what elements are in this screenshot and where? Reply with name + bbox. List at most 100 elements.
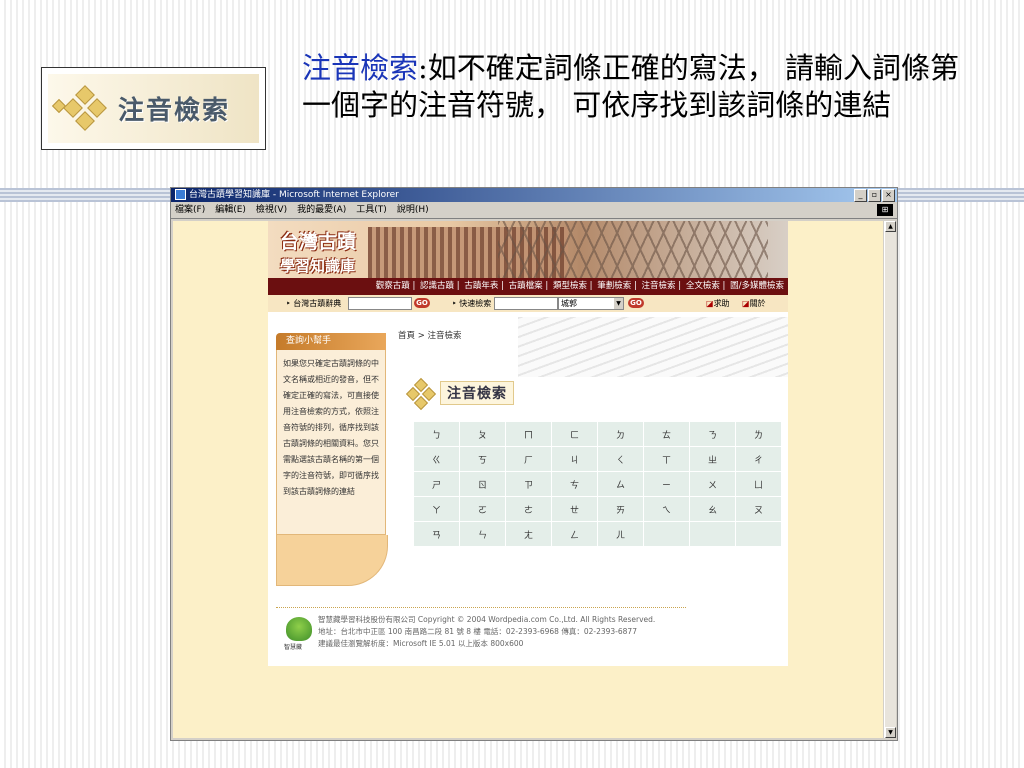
- zhuyin-cell[interactable]: ㄇ: [506, 422, 551, 446]
- zhuyin-cell[interactable]: ㄩ: [736, 472, 781, 496]
- city-sketch-illustration: [518, 317, 788, 377]
- nav-stroke-search[interactable]: 筆劃檢索: [597, 281, 631, 291]
- footer-address: 地址：台北市中正區 100 南昌路二段 81 號 8 樓 電話：02-2393-…: [318, 627, 637, 636]
- window-titlebar[interactable]: 台灣古蹟學習知識庫 - Microsoft Internet Explorer …: [171, 188, 897, 202]
- category-select[interactable]: 城郭 ▼: [558, 297, 624, 310]
- zhuyin-cell[interactable]: ㄘ: [552, 472, 597, 496]
- sidebar-decoration: [276, 535, 388, 586]
- ie-page-icon: [175, 189, 186, 200]
- menu-favorites[interactable]: 我的最愛(A): [297, 202, 346, 218]
- company-logo-label: 智慧藏: [284, 644, 303, 651]
- dictionary-go-button[interactable]: GO: [414, 298, 430, 308]
- helper-sidebar: 查詢小幫手 如果您只確定古蹟詞條的中文名稱或相近的發音，但不確定正確的寫法，可直…: [276, 333, 388, 586]
- zhuyin-cell[interactable]: ㄚ: [414, 497, 459, 521]
- zhuyin-cell-empty: [644, 522, 689, 546]
- roof-illustration: [498, 221, 768, 278]
- close-button[interactable]: ×: [882, 189, 895, 202]
- maximize-button[interactable]: ▫: [868, 189, 881, 202]
- zhuyin-cell[interactable]: ㄡ: [736, 497, 781, 521]
- quick-search-go-button[interactable]: GO: [628, 298, 644, 308]
- zhuyin-cell[interactable]: ㄆ: [460, 422, 505, 446]
- zhuyin-cell[interactable]: ㄤ: [506, 522, 551, 546]
- nav-multimedia-search[interactable]: 圖/多媒體檢索: [730, 281, 784, 291]
- zhuyin-cell[interactable]: ㄗ: [506, 472, 551, 496]
- zhuyin-cell[interactable]: ㄒ: [644, 447, 689, 471]
- window-title: 台灣古蹟學習知識庫 - Microsoft Internet Explorer: [189, 190, 399, 200]
- menu-edit[interactable]: 編輯(E): [215, 202, 246, 218]
- nav-type-search[interactable]: 類型檢索: [553, 281, 587, 291]
- zhuyin-cell[interactable]: ㄌ: [736, 422, 781, 446]
- zhuyin-cell[interactable]: ㄏ: [506, 447, 551, 471]
- menu-tools[interactable]: 工具(T): [356, 202, 387, 218]
- nav-fulltext-search[interactable]: 全文檢索: [686, 281, 720, 291]
- sidebar-title: 查詢小幫手: [276, 333, 386, 350]
- zhuyin-cell[interactable]: ㄥ: [552, 522, 597, 546]
- slide-heading: 注音檢索:如不確定詞條正確的寫法， 請輸入詞條第一個字的注音符號， 可依序找到該…: [302, 50, 962, 124]
- zhuyin-cell[interactable]: ㄧ: [644, 472, 689, 496]
- zhuyin-cell[interactable]: ㄖ: [460, 472, 505, 496]
- heading-highlight: 注音檢索: [302, 51, 419, 85]
- nav-zhuyin-search[interactable]: 注音檢索: [642, 281, 676, 291]
- zhuyin-cell[interactable]: ㄋ: [690, 422, 735, 446]
- zhuyin-cell[interactable]: ㄔ: [736, 447, 781, 471]
- zhuyin-cell[interactable]: ㄢ: [414, 522, 459, 546]
- menu-view[interactable]: 檢視(V): [256, 202, 287, 218]
- quick-search-label: ‣ 快速檢索: [452, 299, 492, 308]
- zhuyin-cell[interactable]: ㄦ: [598, 522, 643, 546]
- menu-help[interactable]: 說明(H): [397, 202, 429, 218]
- nav-files[interactable]: 古蹟檔案: [509, 281, 543, 291]
- zhuyin-cell[interactable]: ㄕ: [414, 472, 459, 496]
- zhuyin-cell[interactable]: ㄣ: [460, 522, 505, 546]
- quick-search-input[interactable]: [494, 297, 558, 310]
- nav-observe[interactable]: 觀察古蹟: [376, 281, 410, 291]
- zhuyin-cell[interactable]: ㄨ: [690, 472, 735, 496]
- scroll-up-icon[interactable]: ▲: [885, 221, 896, 232]
- company-leaf-icon: [286, 617, 312, 641]
- section-title: 注音檢索: [440, 381, 514, 405]
- zhuyin-cell[interactable]: ㄉ: [598, 422, 643, 446]
- minimize-button[interactable]: _: [854, 189, 867, 202]
- zhuyin-cell[interactable]: ㄠ: [690, 497, 735, 521]
- zhuyin-cell[interactable]: ㄛ: [460, 497, 505, 521]
- about-link[interactable]: ◪關於: [742, 295, 766, 312]
- zhuyin-cell[interactable]: ㄊ: [644, 422, 689, 446]
- footer-resolution: 建議最佳瀏覽解析度：Microsoft IE 5.01 以上版本 800x600: [318, 639, 524, 648]
- breadcrumb[interactable]: 首頁 > 注音檢索: [398, 329, 462, 341]
- dictionary-input[interactable]: [348, 297, 412, 310]
- ie-window: 台灣古蹟學習知識庫 - Microsoft Internet Explorer …: [170, 187, 898, 741]
- zhuyin-cell-empty: [736, 522, 781, 546]
- dictionary-label: ‣ 台灣古蹟辭典: [286, 299, 342, 308]
- chevron-down-icon: ▼: [614, 298, 623, 309]
- site-title-line1: 台灣古蹟: [280, 231, 357, 253]
- menu-bar: 檔案(F) 編輯(E) 檢視(V) 我的最愛(A) 工具(T) 說明(H) ⊞: [171, 202, 897, 219]
- site-nav: 觀察古蹟 | 認識古蹟 | 古蹟年表 | 古蹟檔案 | 類型檢索 | 筆劃檢索 …: [268, 278, 788, 295]
- zhuyin-cell[interactable]: ㄎ: [460, 447, 505, 471]
- zhuyin-cell[interactable]: ㄙ: [598, 472, 643, 496]
- zhuyin-cell[interactable]: ㄈ: [552, 422, 597, 446]
- sidebar-body: 如果您只確定古蹟詞條的中文名稱或相近的發音，但不確定正確的寫法，可直接使用注音檢…: [276, 350, 386, 535]
- zhuyin-cell[interactable]: ㄜ: [506, 497, 551, 521]
- footer-text: 智慧藏學習科技股份有限公司 Copyright © 2004 Wordpedia…: [318, 614, 655, 650]
- slide-logo-text: 注音檢索: [118, 96, 231, 126]
- nav-timeline[interactable]: 古蹟年表: [464, 281, 498, 291]
- zhuyin-cell[interactable]: ㄍ: [414, 447, 459, 471]
- scroll-down-icon[interactable]: ▼: [885, 727, 896, 738]
- zhuyin-cell-empty: [690, 522, 735, 546]
- about-icon: ◪: [742, 299, 750, 308]
- site-banner: 台灣古蹟 學習知識庫: [268, 221, 788, 278]
- windows-logo-icon: ⊞: [877, 204, 893, 216]
- zhuyin-cell[interactable]: ㄝ: [552, 497, 597, 521]
- nav-learn[interactable]: 認識古蹟: [420, 281, 454, 291]
- zhuyin-cell[interactable]: ㄅ: [414, 422, 459, 446]
- zhuyin-cell[interactable]: ㄑ: [598, 447, 643, 471]
- zhuyin-cell[interactable]: ㄟ: [644, 497, 689, 521]
- zhuyin-cell[interactable]: ㄞ: [598, 497, 643, 521]
- diamond-ornament-icon: [51, 84, 114, 134]
- vertical-scrollbar[interactable]: ▲ ▼: [884, 221, 896, 738]
- zhuyin-cell[interactable]: ㄐ: [552, 447, 597, 471]
- help-link[interactable]: ◪求助: [706, 295, 730, 312]
- menu-file[interactable]: 檔案(F): [175, 202, 205, 218]
- diamond-ornament-icon: [402, 377, 440, 411]
- footer-copyright: 智慧藏學習科技股份有限公司 Copyright © 2004 Wordpedia…: [318, 615, 656, 624]
- zhuyin-cell[interactable]: ㄓ: [690, 447, 735, 471]
